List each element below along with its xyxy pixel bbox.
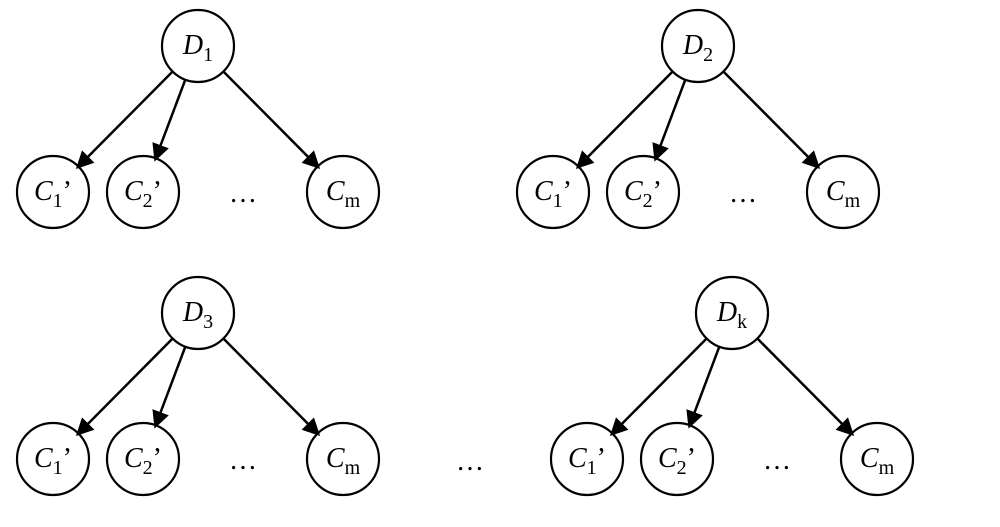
- edge-2: [223, 72, 317, 167]
- tree-D3: D3 C1’ C2’ Cm …: [17, 277, 379, 495]
- root-label: Dk: [716, 297, 747, 332]
- edge-2: [723, 72, 817, 167]
- edge-2: [223, 339, 317, 434]
- diagram-canvas: D1 C1’ C2’ Cm … D2 C1’ C2’ Cm … D3 C1’ C2’ Cm … Dk C1’ C2…: [0, 0, 1000, 527]
- tree-Dk: Dk C1’ C2’ Cm …: [551, 277, 913, 495]
- child-label-2: Cm: [326, 443, 361, 478]
- edge-1: [656, 80, 686, 159]
- child-label-1: C2’: [124, 443, 162, 478]
- child-label-2: Cm: [326, 176, 361, 211]
- child-label-2: Cm: [826, 176, 861, 211]
- child-label-0: C1’: [34, 443, 72, 478]
- children-ellipsis: …: [229, 178, 257, 209]
- edge-1: [690, 347, 720, 426]
- root-label: D3: [182, 297, 213, 332]
- tree-D2: D2 C1’ C2’ Cm …: [517, 10, 879, 228]
- tree-D1: D1 C1’ C2’ Cm …: [17, 10, 379, 228]
- child-label-1: C2’: [624, 176, 662, 211]
- trees-ellipsis: …: [456, 446, 484, 477]
- child-label-0: C1’: [568, 443, 606, 478]
- edge-1: [156, 80, 186, 159]
- child-label-0: C1’: [534, 176, 572, 211]
- child-label-2: Cm: [860, 443, 895, 478]
- edge-1: [156, 347, 186, 426]
- child-label-1: C2’: [124, 176, 162, 211]
- root-label: D2: [682, 30, 713, 65]
- child-label-0: C1’: [34, 176, 72, 211]
- edge-2: [757, 339, 851, 434]
- root-label: D1: [182, 30, 213, 65]
- children-ellipsis: …: [763, 445, 791, 476]
- child-label-1: C2’: [658, 443, 696, 478]
- children-ellipsis: …: [229, 445, 257, 476]
- children-ellipsis: …: [729, 178, 757, 209]
